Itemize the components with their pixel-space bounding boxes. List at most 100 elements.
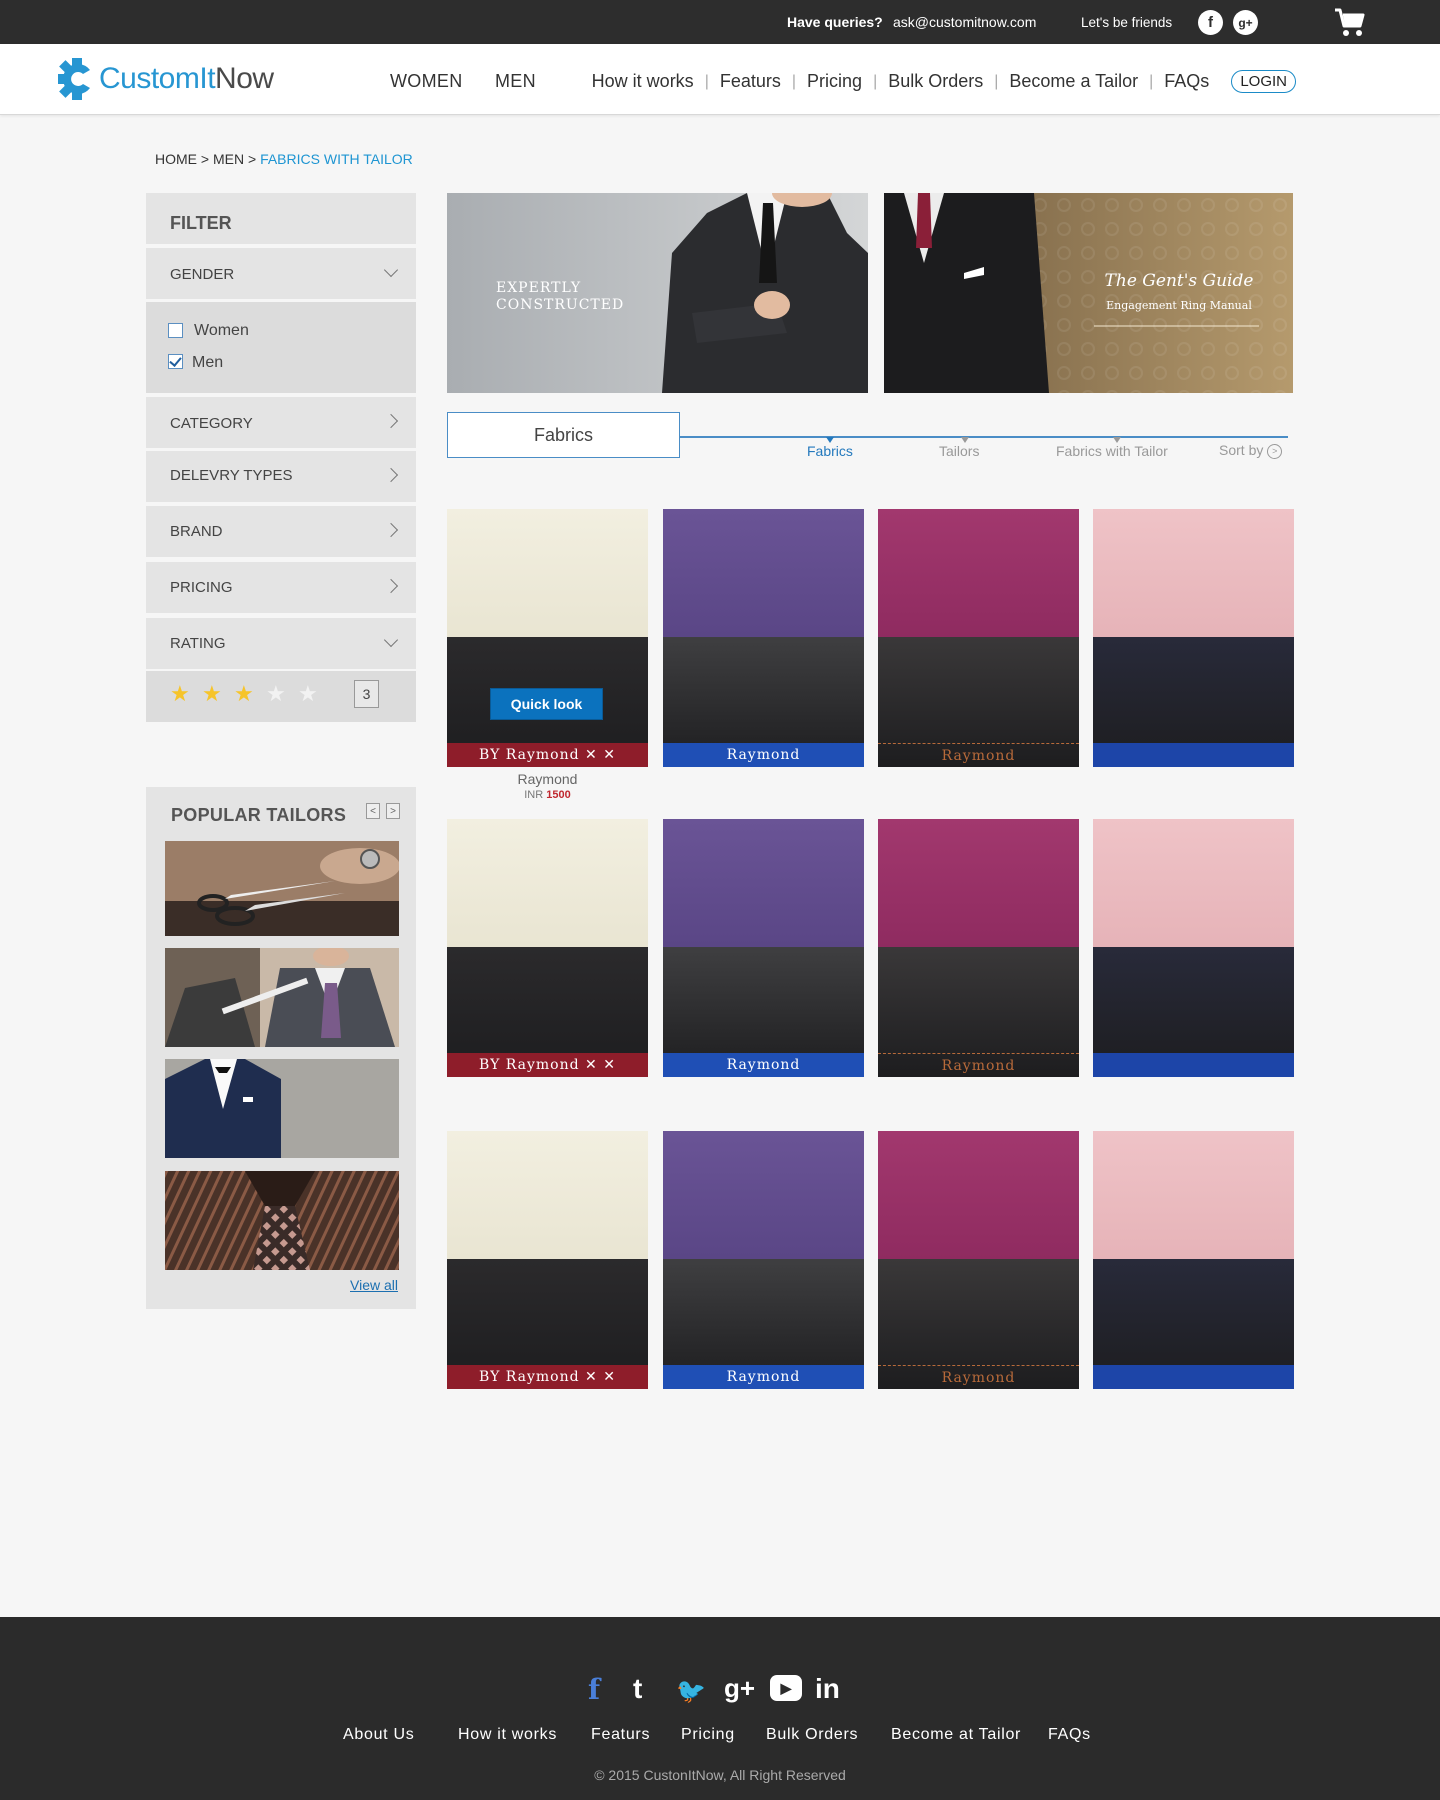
filter-category-toggle[interactable]: CATEGORY bbox=[146, 397, 416, 448]
star-icon-empty[interactable]: ★ bbox=[266, 683, 286, 705]
tailor-thumb-tuxedo[interactable] bbox=[165, 1059, 399, 1158]
chevron-right-icon bbox=[383, 467, 399, 483]
nav-how-it-works[interactable]: How it works bbox=[592, 71, 694, 92]
star-icon-filled[interactable]: ★ bbox=[202, 683, 222, 705]
main-header: CustomItNow WOMEN MEN How it works | Feat… bbox=[0, 44, 1440, 115]
product-price: 1500 bbox=[546, 789, 571, 801]
cart-icon[interactable] bbox=[1334, 8, 1366, 41]
nav-faqs[interactable]: FAQs bbox=[1164, 71, 1209, 92]
sort-arrow-icon: > bbox=[1267, 443, 1283, 459]
youtube-icon[interactable]: ▶ bbox=[770, 1675, 802, 1701]
nav-women[interactable]: WOMEN bbox=[390, 71, 463, 92]
chevron-right-icon[interactable]: > bbox=[386, 803, 400, 819]
breadcrumb-home[interactable]: HOME bbox=[155, 151, 197, 167]
facebook-icon[interactable]: f bbox=[1198, 10, 1223, 35]
sort-by-button[interactable]: Sort by > bbox=[1219, 442, 1283, 459]
footer-faqs[interactable]: FAQs bbox=[1048, 1726, 1091, 1744]
tab-fabrics[interactable]: Fabrics bbox=[807, 443, 853, 459]
product-card[interactable]: BY Raymond ✕ ✕ Quick look bbox=[447, 509, 648, 767]
chevron-down-icon bbox=[383, 632, 399, 648]
women-label: Women bbox=[194, 322, 249, 339]
tab-fabrics-box[interactable]: Fabrics bbox=[447, 412, 680, 458]
twitter-icon[interactable]: 🐦 bbox=[676, 1677, 706, 1706]
filter-pricing-toggle[interactable]: PRICING bbox=[146, 562, 416, 613]
top-bar: Have queries? ask@customitnow.com Let's … bbox=[0, 0, 1440, 44]
footer-features[interactable]: Featurs bbox=[591, 1726, 650, 1744]
scissors-image bbox=[165, 841, 399, 936]
chevron-right-icon bbox=[383, 522, 399, 538]
breadcrumb-current: FABRICS WITH TAILOR bbox=[260, 151, 413, 167]
product-card[interactable]: Raymond bbox=[878, 819, 1079, 1077]
product-card[interactable] bbox=[1093, 819, 1294, 1077]
product-card[interactable]: Raymond bbox=[878, 509, 1079, 767]
filter-header: FILTER bbox=[146, 193, 416, 244]
nav-features[interactable]: Featurs bbox=[720, 71, 781, 92]
tailor-thumb-fitting[interactable] bbox=[165, 948, 399, 1047]
footer-pricing[interactable]: Pricing bbox=[681, 1726, 735, 1744]
product-card[interactable]: BY Raymond ✕ ✕ bbox=[447, 1131, 648, 1389]
filter-delivery-toggle[interactable]: DELEVRY TYPES bbox=[146, 451, 416, 502]
nav-pricing[interactable]: Pricing bbox=[807, 71, 862, 92]
contact-email-link[interactable]: ask@customitnow.com bbox=[893, 14, 1036, 30]
queries-label: Have queries? bbox=[787, 14, 883, 30]
red-selvedge: BY Raymond ✕ ✕ bbox=[447, 1365, 648, 1389]
blue-selvedge bbox=[1093, 1053, 1294, 1077]
product-card[interactable]: Raymond bbox=[663, 819, 864, 1077]
site-logo[interactable]: CustomItNow bbox=[57, 56, 274, 102]
footer-bulk-orders[interactable]: Bulk Orders bbox=[766, 1726, 858, 1744]
view-all-tailors-link[interactable]: View all bbox=[350, 1277, 398, 1293]
banner-right-line2: Engagement Ring Manual bbox=[1106, 299, 1252, 312]
google-plus-icon[interactable]: g+ bbox=[1233, 10, 1258, 35]
sort-by-label: Sort by bbox=[1219, 442, 1264, 458]
banner-gents-guide[interactable]: The Gent's Guide Engagement Ring Manual bbox=[884, 193, 1293, 393]
login-button[interactable]: LOGIN bbox=[1231, 70, 1296, 93]
product-card[interactable]: Raymond bbox=[878, 1131, 1079, 1389]
linkedin-icon[interactable]: in bbox=[815, 1673, 840, 1705]
product-card[interactable] bbox=[1093, 509, 1294, 767]
product-card[interactable] bbox=[1093, 1131, 1294, 1389]
nav-become-a-tailor[interactable]: Become a Tailor bbox=[1009, 71, 1138, 92]
nav-bulk-orders[interactable]: Bulk Orders bbox=[888, 71, 983, 92]
fabric-swatch-top bbox=[663, 509, 864, 637]
red-selvedge: BY Raymond ✕ ✕ bbox=[447, 1053, 648, 1077]
tumblr-icon[interactable]: t bbox=[633, 1673, 642, 1705]
women-checkbox[interactable] bbox=[168, 323, 183, 338]
fabric-swatch-top bbox=[1093, 819, 1294, 947]
filter-brand-toggle[interactable]: BRAND bbox=[146, 506, 416, 557]
tabs-divider bbox=[680, 436, 1288, 438]
chevron-right-icon bbox=[383, 578, 399, 594]
star-icon-filled[interactable]: ★ bbox=[234, 683, 254, 705]
breadcrumb-men[interactable]: MEN bbox=[213, 151, 244, 167]
blue-selvedge: Raymond bbox=[663, 743, 864, 767]
gender-options: Women Men bbox=[146, 302, 416, 393]
chevron-left-icon[interactable]: < bbox=[366, 803, 380, 819]
popular-tailors-title: POPULAR TAILORS bbox=[171, 805, 347, 825]
filter-title: FILTER bbox=[170, 213, 232, 233]
banner-expertly-constructed[interactable]: EXPERTLY CONSTRUCTED bbox=[447, 193, 868, 393]
tailor-thumb-tie[interactable] bbox=[165, 1171, 399, 1270]
men-label: Men bbox=[192, 354, 224, 371]
quick-look-button[interactable]: Quick look bbox=[490, 688, 603, 720]
nav-men[interactable]: MEN bbox=[495, 71, 536, 92]
tab-fabrics-with-tailor[interactable]: Fabrics with Tailor bbox=[1056, 443, 1168, 459]
product-card[interactable]: Raymond bbox=[663, 1131, 864, 1389]
filter-gender-toggle[interactable]: GENDER bbox=[146, 248, 416, 299]
filter-rating-toggle[interactable]: RATING bbox=[146, 618, 416, 669]
chevron-down-icon bbox=[383, 262, 399, 278]
star-icon-empty[interactable]: ★ bbox=[298, 683, 318, 705]
facebook-icon[interactable]: f bbox=[588, 1673, 600, 1706]
filter-category-label: CATEGORY bbox=[170, 415, 253, 432]
men-checkbox[interactable] bbox=[168, 354, 183, 369]
tab-tailors[interactable]: Tailors bbox=[939, 443, 979, 459]
google-plus-icon[interactable]: g+ bbox=[724, 1673, 755, 1704]
star-icon-filled[interactable]: ★ bbox=[170, 683, 190, 705]
footer-how-it-works[interactable]: How it works bbox=[458, 1726, 557, 1744]
filter-gender-label: GENDER bbox=[170, 266, 235, 283]
product-card[interactable]: Raymond bbox=[663, 509, 864, 767]
rating-options: ★ ★ ★ ★ ★ 3 bbox=[146, 671, 416, 722]
chevron-right-icon bbox=[383, 413, 399, 429]
product-card[interactable]: BY Raymond ✕ ✕ bbox=[447, 819, 648, 1077]
tailor-thumb-scissors[interactable] bbox=[165, 841, 399, 936]
footer-about-us[interactable]: About Us bbox=[343, 1726, 414, 1744]
footer-become-a-tailor[interactable]: Become at Tailor bbox=[891, 1726, 1021, 1744]
